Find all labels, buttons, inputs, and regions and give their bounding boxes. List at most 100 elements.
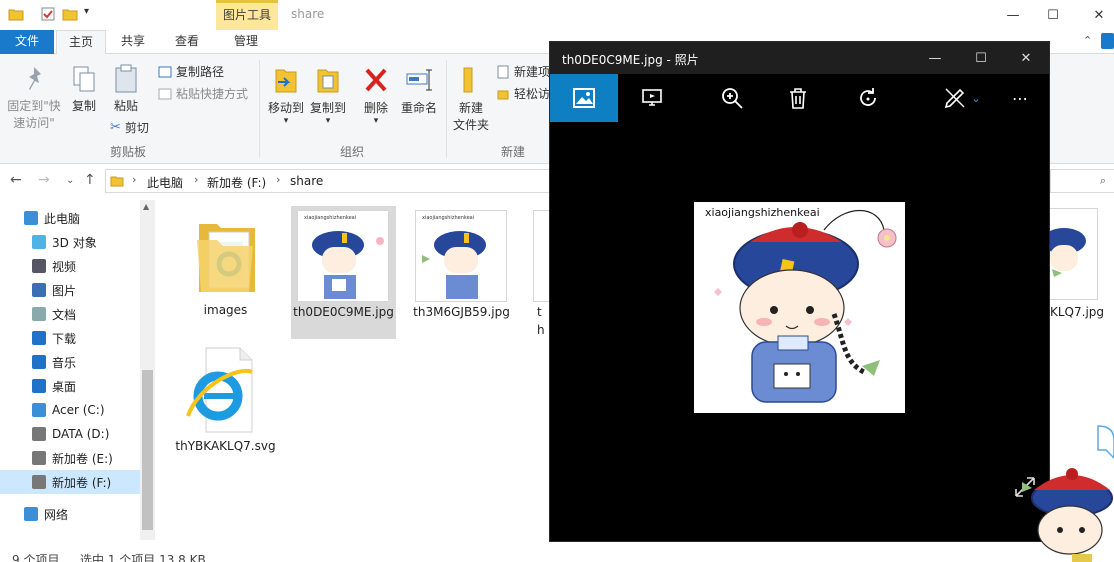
file-item[interactable]: images bbox=[173, 206, 278, 326]
breadcrumb-share[interactable]: share bbox=[290, 174, 323, 188]
file-item[interactable]: th bbox=[527, 206, 549, 339]
drive-icon bbox=[32, 475, 46, 489]
drive-icon bbox=[32, 427, 46, 441]
pin-label: 固定到"快 速访问" bbox=[7, 99, 61, 130]
folder-icon bbox=[110, 176, 124, 187]
new-folder-button[interactable]: 新建 文件夹 bbox=[450, 64, 492, 134]
close-button[interactable]: ✕ bbox=[1076, 0, 1114, 30]
copy-button[interactable]: 复制 bbox=[64, 64, 104, 115]
tab-manage[interactable]: 管理 bbox=[218, 30, 274, 54]
delete-button[interactable] bbox=[764, 74, 832, 122]
nav-item[interactable]: DATA (D:) bbox=[0, 422, 140, 446]
view-image-button[interactable] bbox=[550, 74, 618, 122]
nav-item[interactable]: 下载 bbox=[0, 326, 140, 350]
svg-text:xiaojiangshizhenkeai: xiaojiangshizhenkeai bbox=[304, 215, 356, 221]
nav-item-label: 视频 bbox=[52, 259, 77, 274]
breadcrumb-this-pc[interactable]: 此电脑 bbox=[147, 174, 183, 191]
nav-item[interactable]: 音乐 bbox=[0, 350, 140, 374]
nav-item[interactable]: 桌面 bbox=[0, 374, 140, 398]
nav-item[interactable]: 网络 bbox=[0, 502, 140, 526]
more-options-button[interactable]: ⋯ bbox=[992, 74, 1048, 122]
displayed-photo: xiaojiangshizhenkeai bbox=[694, 202, 905, 413]
rename-button[interactable]: 重命名 bbox=[398, 64, 440, 117]
edit-pen-icon bbox=[945, 88, 965, 109]
organize-group-label: 组织 bbox=[340, 145, 365, 159]
file-item[interactable]: thYBKAKLQ7.svg bbox=[173, 344, 278, 474]
nav-item[interactable]: 视频 bbox=[0, 254, 140, 278]
edit-create-button[interactable]: ⌄ bbox=[932, 74, 992, 122]
minimize-button[interactable]: — bbox=[912, 42, 958, 74]
easy-access-button[interactable]: 轻松访 bbox=[496, 85, 550, 102]
zoom-button[interactable] bbox=[698, 74, 766, 122]
folder-icon bbox=[463, 67, 473, 93]
delete-button[interactable]: 删除 ▾ bbox=[358, 64, 394, 126]
video-icon bbox=[32, 259, 46, 273]
recent-locations-icon[interactable]: ⌄ bbox=[66, 175, 74, 186]
help-icon[interactable] bbox=[1101, 33, 1114, 49]
nav-item-label: Acer (C:) bbox=[52, 403, 105, 417]
delete-label: 删除 bbox=[363, 101, 388, 115]
tab-file[interactable]: 文件 bbox=[0, 30, 54, 54]
paste-shortcut-button[interactable]: 粘贴快捷方式 bbox=[158, 85, 248, 102]
picture-tools-context-tab: 图片工具 bbox=[216, 0, 278, 30]
maximize-button[interactable]: ☐ bbox=[958, 42, 1004, 74]
nav-item[interactable]: 图片 bbox=[0, 278, 140, 302]
nav-item[interactable]: 此电脑 bbox=[0, 206, 140, 230]
close-button[interactable]: ✕ bbox=[1003, 42, 1049, 74]
scroll-thumb[interactable] bbox=[142, 370, 153, 530]
mascot-image bbox=[714, 209, 897, 403]
chevron-down-icon: ⌄ bbox=[971, 91, 981, 105]
nav-item-label: 3D 对象 bbox=[52, 235, 97, 250]
back-arrow-icon[interactable]: ← bbox=[10, 172, 22, 188]
new-folder-icon[interactable] bbox=[62, 6, 78, 22]
tab-home[interactable]: 主页 bbox=[56, 30, 106, 55]
new-item-button[interactable]: 新建项 bbox=[496, 63, 550, 80]
quick-access-dropdown-icon[interactable]: ▾ bbox=[84, 6, 89, 17]
copy-to-button[interactable]: 复制到 ▾ bbox=[306, 64, 350, 126]
breadcrumb-drive-f[interactable]: 新加卷 (F:) bbox=[207, 174, 266, 191]
computer-icon bbox=[24, 211, 38, 225]
nav-item-label: 新加卷 (E:) bbox=[52, 451, 113, 466]
desktop-icon bbox=[32, 379, 46, 393]
nav-item[interactable]: 新加卷 (E:) bbox=[0, 446, 140, 470]
drive-icon bbox=[32, 451, 46, 465]
pin-to-quick-access-button[interactable]: 固定到"快 速访问" bbox=[4, 64, 64, 132]
copy-path-button[interactable]: 复制路径 bbox=[158, 63, 224, 80]
nav-item[interactable]: Acer (C:) bbox=[0, 398, 140, 422]
move-to-button[interactable]: 移动到 ▾ bbox=[264, 64, 308, 126]
file-item-selected[interactable]: xiaojiangshizhenkeai th0DE0C9ME.jpg bbox=[291, 206, 396, 339]
nav-item[interactable]: 文档 bbox=[0, 302, 140, 326]
properties-icon[interactable] bbox=[40, 6, 56, 22]
group-divider bbox=[259, 60, 260, 158]
new-item-label: 新建项 bbox=[514, 65, 551, 79]
image-thumbnail[interactable] bbox=[1050, 208, 1098, 300]
copy-path-label: 复制路径 bbox=[176, 65, 225, 79]
nav-item[interactable]: 新加卷 (F:) bbox=[0, 470, 140, 494]
paste-button[interactable]: 粘贴 bbox=[106, 64, 146, 115]
rotate-button[interactable] bbox=[834, 74, 902, 122]
search-box[interactable]: ⌕ bbox=[1050, 169, 1114, 193]
up-arrow-icon[interactable]: ↑ bbox=[84, 172, 96, 188]
slideshow-button[interactable] bbox=[618, 74, 686, 122]
maximize-button[interactable]: ☐ bbox=[1030, 0, 1076, 30]
nav-item[interactable]: 3D 对象 bbox=[0, 230, 140, 254]
nav-item-label: 文档 bbox=[52, 307, 77, 322]
network-icon bbox=[24, 507, 38, 521]
copy-label: 复制 bbox=[71, 99, 96, 113]
move-to-icon bbox=[275, 69, 297, 93]
tab-view[interactable]: 查看 bbox=[164, 30, 210, 54]
chevron-up-icon[interactable]: ⌃ bbox=[1083, 34, 1092, 47]
nav-scrollbar[interactable]: ▲ bbox=[140, 200, 155, 540]
scroll-up-icon[interactable]: ▲ bbox=[143, 202, 149, 211]
file-item[interactable]: xiaojiangshizhenkeai th3M6GJB59.jpg bbox=[409, 206, 514, 339]
desktop-pet-mascot[interactable] bbox=[1020, 420, 1114, 562]
music-icon bbox=[32, 355, 46, 369]
folder-icon bbox=[8, 9, 24, 21]
address-bar[interactable]: › 此电脑 › 新加卷 (F:) › share bbox=[105, 169, 550, 193]
tab-share[interactable]: 共享 bbox=[110, 30, 156, 54]
cut-button[interactable]: ✂ 剪切 bbox=[110, 119, 149, 136]
breadcrumb-separator-icon: › bbox=[276, 173, 281, 186]
forward-arrow-icon[interactable]: → bbox=[38, 172, 50, 188]
photos-titlebar: th0DE0C9ME.jpg - 照片 — ☐ ✕ bbox=[550, 42, 1049, 74]
group-divider bbox=[446, 60, 447, 158]
